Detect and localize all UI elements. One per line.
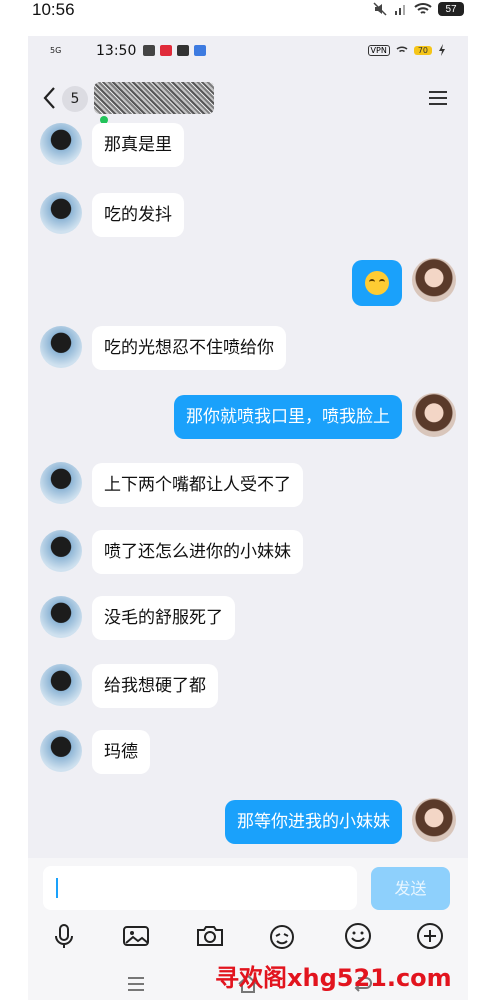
message-bubble[interactable]: 那你就喷我口里，喷我脸上	[174, 395, 402, 439]
app-icon	[177, 45, 189, 56]
contact-avatar[interactable]	[40, 462, 82, 504]
contact-name[interactable]: F	[94, 82, 214, 114]
plus-icon[interactable]	[414, 920, 446, 952]
wifi-icon	[396, 46, 408, 53]
contact-avatar[interactable]	[40, 530, 82, 572]
wifi-icon	[414, 3, 432, 14]
inner-status-icons: VPN 70	[367, 44, 446, 56]
mute-icon	[373, 2, 387, 16]
watermark: 寻欢阁xhg521.com	[215, 964, 452, 992]
emoji-icon[interactable]	[342, 920, 374, 952]
message-bubble[interactable]: 给我想硬了都	[92, 664, 218, 708]
app-icon	[194, 45, 206, 56]
my-avatar[interactable]	[412, 258, 456, 302]
message-bubble[interactable]: 吃的发抖	[92, 193, 184, 237]
right-margin	[468, 22, 494, 1000]
menu-icon[interactable]	[428, 90, 448, 106]
message-input[interactable]	[43, 866, 357, 910]
contact-avatar[interactable]	[40, 596, 82, 638]
composer-toolbar	[28, 920, 468, 960]
network-type: 5G	[50, 46, 62, 55]
chat-screen: 5G 13:50 VPN 70 5 F 那真是里 吃的发抖	[28, 36, 468, 1000]
inner-status-bar: 5G 13:50 VPN 70	[28, 36, 468, 66]
kissing-face-emoji-icon	[365, 271, 389, 295]
image-icon[interactable]	[120, 920, 152, 952]
contact-avatar[interactable]	[40, 123, 82, 165]
chat-header: 5 F	[28, 66, 468, 126]
recent-apps-icon[interactable]	[124, 972, 148, 996]
device-status-icons: 57	[372, 1, 464, 17]
back-icon[interactable]	[40, 84, 60, 112]
message-bubble[interactable]: 玛德	[92, 730, 150, 774]
camera-icon[interactable]	[194, 920, 226, 952]
my-avatar[interactable]	[412, 393, 456, 437]
text-cursor	[56, 878, 58, 898]
contact-avatar[interactable]	[40, 326, 82, 368]
unread-count-badge[interactable]: 5	[62, 86, 88, 112]
battery-indicator: 57	[438, 2, 464, 16]
vpn-badge: VPN	[367, 44, 390, 56]
device-time: 10:56	[32, 0, 75, 19]
sticker-icon[interactable]	[266, 920, 298, 952]
my-avatar[interactable]	[412, 798, 456, 842]
send-button[interactable]: 发送	[371, 867, 450, 910]
microphone-icon[interactable]	[48, 920, 80, 952]
inner-time: 13:50	[96, 43, 137, 59]
charging-icon	[439, 44, 445, 56]
contact-avatar[interactable]	[40, 730, 82, 772]
inner-battery: 70	[413, 45, 432, 55]
contact-avatar[interactable]	[40, 664, 82, 706]
app-icon	[143, 45, 155, 56]
message-bubble[interactable]: 没毛的舒服死了	[92, 596, 235, 640]
message-bubble[interactable]: 上下两个嘴都让人受不了	[92, 463, 303, 507]
message-bubble[interactable]: 那等你进我的小妹妹	[225, 800, 402, 844]
message-list: 那真是里 吃的发抖 吃的光想忍不住喷给你 那你就喷我口里，喷我脸上 上下两个嘴都…	[28, 123, 468, 866]
signal-icon	[395, 5, 405, 15]
message-bubble[interactable]: 那真是里	[92, 123, 184, 167]
left-margin	[0, 22, 28, 1000]
device-status-bar: 10:56 57	[0, 0, 494, 22]
contact-avatar[interactable]	[40, 192, 82, 234]
message-bubble[interactable]: 吃的光想忍不住喷给你	[92, 326, 286, 370]
notification-icons	[143, 45, 206, 56]
emoji-bubble[interactable]	[352, 260, 402, 306]
app-icon	[160, 45, 172, 56]
message-bubble[interactable]: 喷了还怎么进你的小妹妹	[92, 530, 303, 574]
